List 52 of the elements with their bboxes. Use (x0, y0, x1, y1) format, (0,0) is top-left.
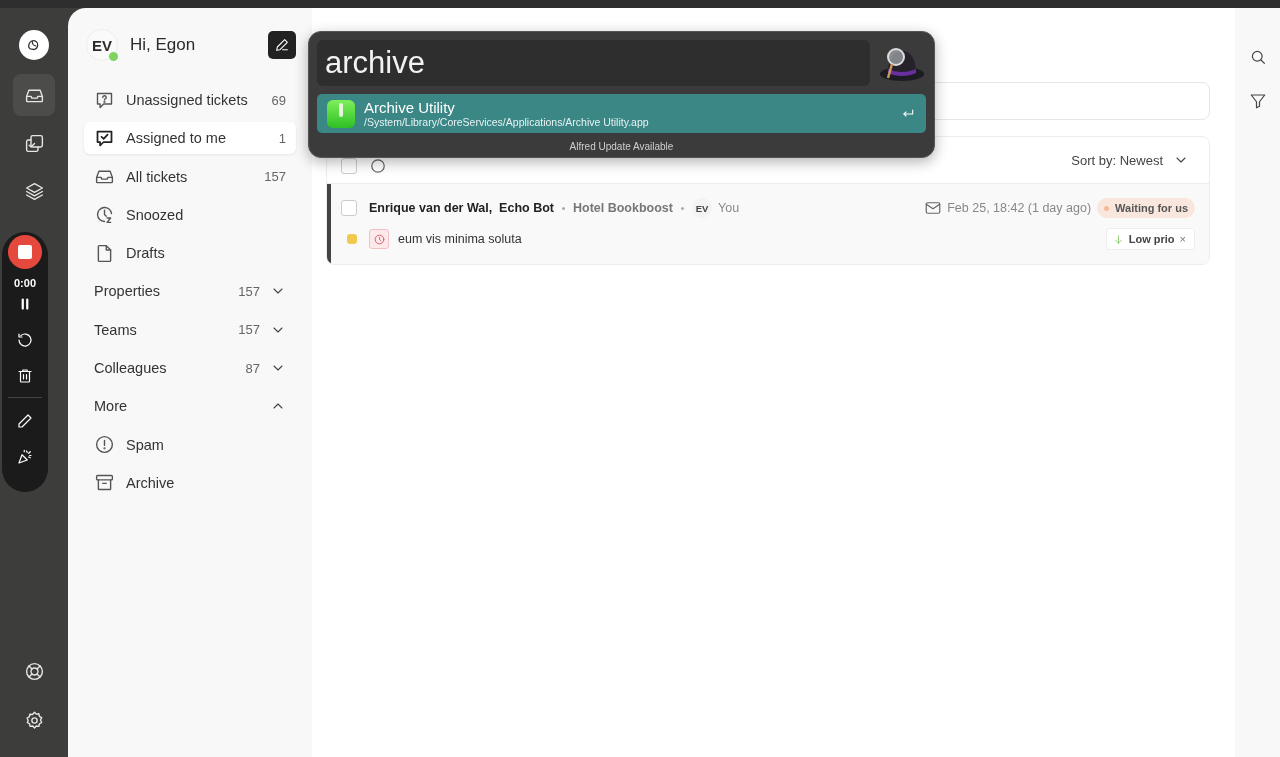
settings-icon (23, 710, 45, 731)
update-notice: Alfred Update Available (568, 141, 675, 152)
sidebar-item[interactable]: Snoozed (84, 198, 296, 231)
arrow-down-icon (1112, 233, 1124, 245)
launcher-result[interactable]: Archive Utility /System/Library/CoreServices/Applications/Archive Utility.app (317, 94, 926, 133)
alert-circle-icon (94, 434, 115, 456)
status-badge: Waiting for us (1097, 198, 1195, 218)
copy-check-icon (23, 132, 45, 154)
sidebar-section-toggle[interactable]: More (84, 390, 296, 423)
ticket-date: Feb 25, 18:42 (1 day ago) (947, 201, 1092, 215)
lifebuoy-icon (23, 661, 45, 682)
recording-timer: 0:00 (14, 277, 36, 289)
app-icon (327, 99, 355, 128)
sidebar-section-toggle[interactable]: Teams 157 (84, 313, 296, 346)
sidebar-item[interactable]: All tickets 157 (84, 160, 296, 193)
launcher-search-field[interactable]: archive (317, 40, 870, 86)
result-title: Archive Utility (364, 98, 456, 116)
confetti-icon (16, 448, 34, 466)
assignee-avatar: EV (692, 198, 712, 218)
circle-icon (371, 159, 385, 173)
company-name: Hotel Bookboost (573, 201, 673, 215)
select-all-checkbox[interactable] (341, 158, 357, 174)
sidebar-section-toggle[interactable]: Colleagues 87 (84, 352, 296, 385)
assignee-name: You (718, 201, 740, 215)
nav-rail-button[interactable] (13, 74, 55, 116)
sidebar-item[interactable]: Assigned to me 1 (84, 122, 296, 155)
ticket-row[interactable]: Enrique van der Wal, Echo Bot Hotel Bookboost EV You Feb 25, 18:42 (1 day ago) Waiting for us eum vis minima soluta Low prio × (327, 184, 1209, 264)
restart-icon (16, 331, 34, 349)
result-path: /System/Library/CoreServices/Applications/Archive Utility.app (364, 115, 650, 129)
priority-tag[interactable]: Low prio × (1105, 228, 1195, 250)
filter-icon (1248, 92, 1267, 110)
stop-recording-button[interactable] (8, 235, 42, 269)
snooze-clock-icon (94, 204, 115, 226)
ticket-subject: eum vis minima soluta (398, 232, 522, 246)
sidebar-item[interactable]: Spam (84, 428, 296, 461)
sidebar-item[interactable]: Unassigned tickets 69 (84, 84, 296, 116)
sidebar-item[interactable]: Archive (84, 466, 296, 499)
sidebar-item[interactable]: Drafts (84, 237, 296, 270)
pen-icon (274, 37, 290, 53)
app-logo[interactable] (19, 30, 49, 60)
layers-icon (23, 180, 45, 202)
remove-tag-button[interactable]: × (1179, 233, 1186, 245)
sort-dropdown[interactable]: Sort by: Newest (1071, 152, 1189, 168)
ticket-participants: Enrique van der Wal, Echo Bot (369, 201, 554, 215)
user-avatar[interactable]: EV (86, 29, 118, 61)
mail-icon (924, 199, 943, 217)
compose-button[interactable] (268, 31, 296, 59)
ticket-checkbox[interactable] (341, 200, 357, 216)
greeting: Hi, Egon (130, 35, 197, 55)
trash-icon (16, 367, 34, 385)
sidebar-section-toggle[interactable]: Properties 157 (84, 275, 296, 308)
pencil-icon (16, 412, 34, 430)
